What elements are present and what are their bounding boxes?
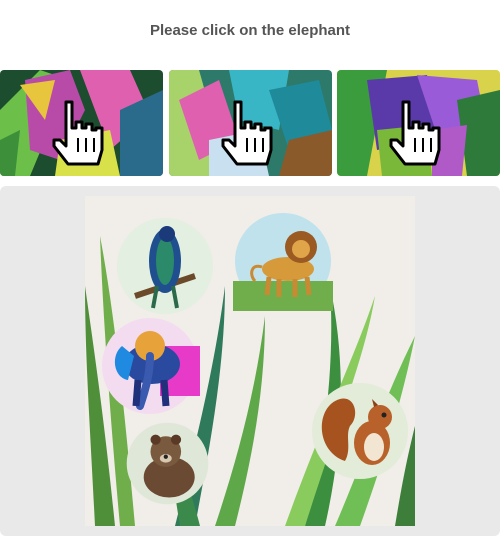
challenge-canvas[interactable] bbox=[85, 196, 415, 526]
squirrel-icon bbox=[312, 383, 408, 479]
example-images bbox=[0, 70, 500, 176]
bear-icon bbox=[126, 422, 209, 505]
hand-cursor-icon bbox=[389, 100, 441, 166]
lion-icon bbox=[233, 213, 333, 311]
hand-cursor-icon bbox=[52, 100, 104, 166]
example-image-1 bbox=[0, 70, 163, 176]
example-image-3 bbox=[337, 70, 500, 176]
squirrel-image[interactable] bbox=[310, 381, 410, 481]
peacock-image[interactable] bbox=[115, 216, 215, 316]
challenge-area bbox=[0, 186, 500, 536]
lion-image[interactable] bbox=[233, 211, 333, 311]
peacock-icon bbox=[117, 218, 213, 314]
elephant-image[interactable] bbox=[100, 316, 200, 416]
bear-image[interactable] bbox=[125, 421, 210, 506]
captcha-prompt: Please click on the elephant bbox=[149, 22, 351, 39]
example-image-2 bbox=[169, 70, 332, 176]
hand-cursor-icon bbox=[221, 100, 273, 166]
elephant-icon bbox=[102, 318, 200, 414]
